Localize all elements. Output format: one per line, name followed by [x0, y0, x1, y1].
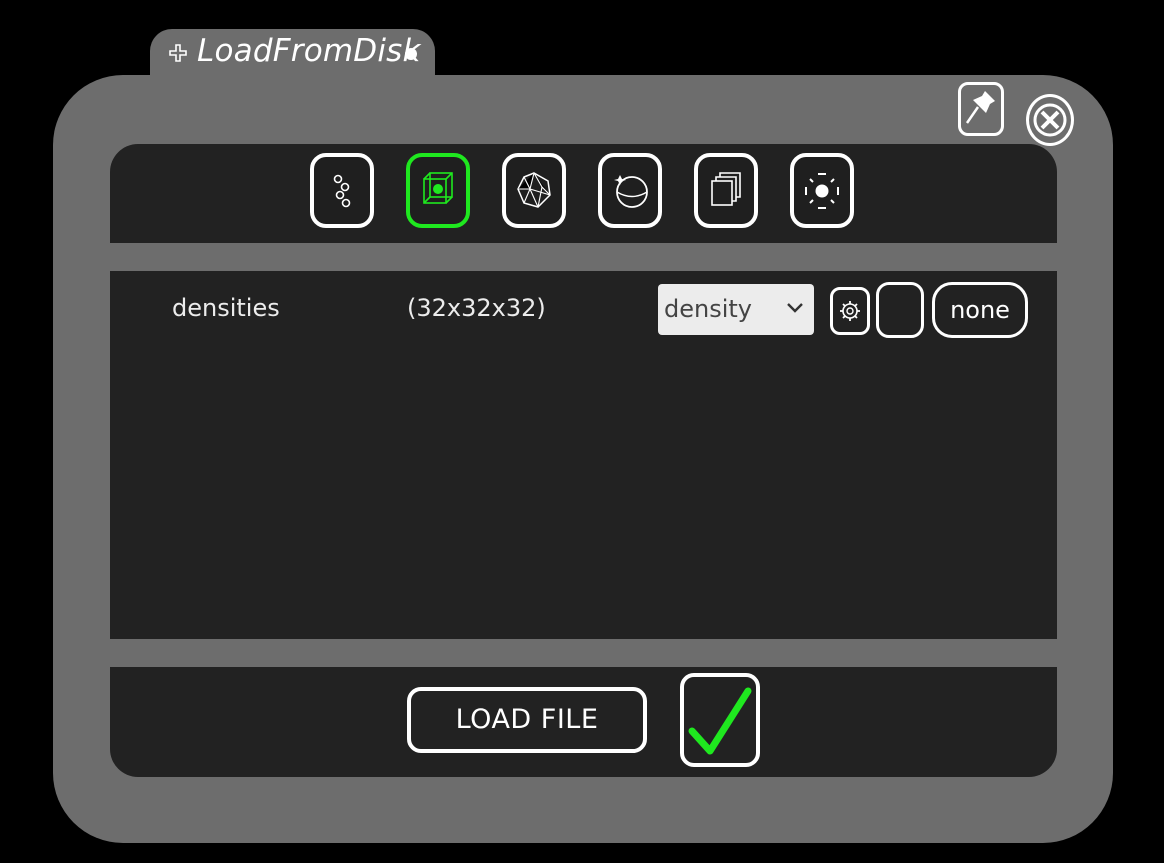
- close-button[interactable]: [1026, 94, 1074, 146]
- volume-cube-icon: [423, 172, 453, 204]
- settings-button[interactable]: [830, 287, 870, 335]
- move-icon[interactable]: [168, 43, 188, 63]
- panel-title: LoadFromDisk: [197, 33, 421, 69]
- field-type-select[interactable]: density: [658, 284, 814, 335]
- volume-tool-button[interactable]: [406, 153, 470, 228]
- cluster-tool-button[interactable]: [790, 153, 854, 228]
- pin-icon: [965, 91, 995, 124]
- gear-icon: [840, 301, 860, 321]
- divider-bottom: [110, 639, 1057, 667]
- sphere-icon: [614, 175, 648, 208]
- close-icon: [1033, 103, 1067, 137]
- cluster-icon: [805, 173, 839, 209]
- divider-top: [110, 243, 1057, 271]
- status-dot-icon: [405, 48, 417, 60]
- panel-content: densities (32x32x32) density none LOAD F…: [110, 144, 1057, 777]
- mesh-icon: [517, 172, 551, 208]
- mesh-tool-button[interactable]: [502, 153, 566, 228]
- field-name: densities: [172, 294, 280, 322]
- chevron-down-icon: [787, 303, 803, 313]
- layers-tool-button[interactable]: [694, 153, 758, 228]
- color-swatch-button[interactable]: [876, 282, 924, 338]
- sphere-tool-button[interactable]: [598, 153, 662, 228]
- particles-icon: [333, 174, 351, 208]
- confirm-button[interactable]: [680, 673, 760, 767]
- load-file-button[interactable]: LOAD FILE: [407, 687, 647, 753]
- particles-tool-button[interactable]: [310, 153, 374, 228]
- checkmark-icon: [688, 687, 752, 755]
- none-button[interactable]: none: [932, 282, 1028, 338]
- pin-button[interactable]: [958, 82, 1004, 136]
- field-dimensions: (32x32x32): [407, 294, 546, 322]
- layers-icon: [711, 172, 741, 206]
- field-type-select-value: density: [664, 295, 752, 323]
